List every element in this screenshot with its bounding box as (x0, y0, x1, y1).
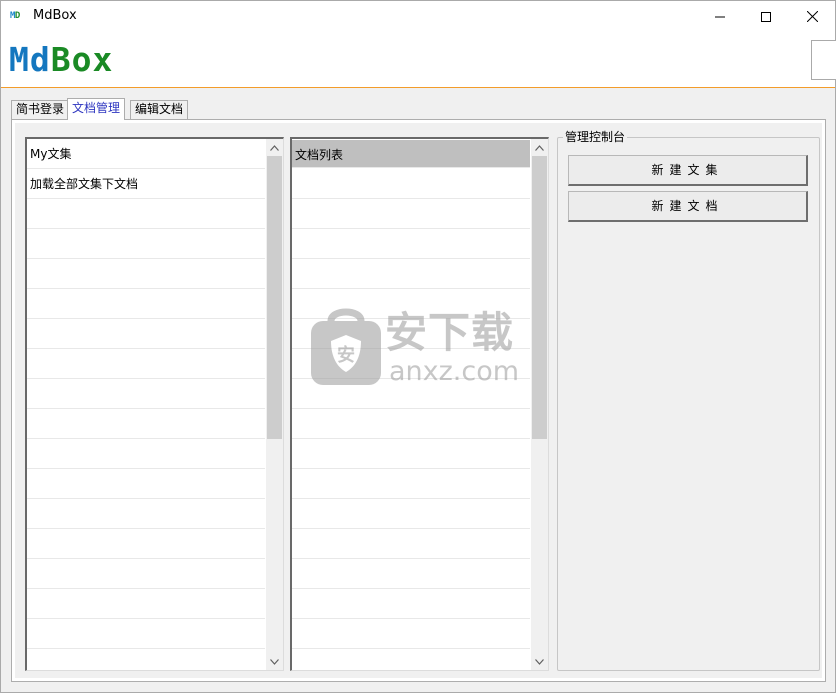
list-item-empty[interactable] (292, 229, 530, 259)
new-collection-button[interactable]: 新建文集 (568, 155, 808, 186)
tab-jianshu-login[interactable]: 简书登录 (11, 100, 70, 119)
list-item-empty[interactable] (292, 259, 530, 289)
collections-rows: My文集 加载全部文集下文档 (27, 139, 265, 670)
list-item-empty[interactable] (292, 349, 530, 379)
list-item-empty[interactable] (27, 619, 265, 649)
list-item-empty[interactable] (27, 409, 265, 439)
list-item-empty[interactable] (292, 289, 530, 319)
documents-rows: 文档列表 (292, 139, 530, 670)
list-item-empty[interactable] (27, 229, 265, 259)
list-item-empty[interactable] (292, 169, 530, 199)
list-item-empty[interactable] (27, 379, 265, 409)
list-item-empty[interactable] (292, 319, 530, 349)
list-item-empty[interactable] (27, 589, 265, 619)
collections-scrollbar[interactable] (266, 139, 283, 670)
list-item[interactable]: My文集 (27, 139, 265, 169)
list-item-empty[interactable] (27, 559, 265, 589)
documents-list[interactable]: 文档列表 (290, 137, 549, 671)
control-console-title: 管理控制台 (563, 129, 628, 145)
list-item-empty[interactable] (292, 589, 530, 619)
scroll-thumb[interactable] (267, 156, 282, 439)
list-item-empty[interactable] (27, 199, 265, 229)
list-item-empty[interactable] (292, 199, 530, 229)
minimize-icon (715, 16, 725, 17)
list-item-empty[interactable] (27, 469, 265, 499)
list-item-empty[interactable] (27, 319, 265, 349)
list-item-empty[interactable] (27, 529, 265, 559)
app-icon: MD (10, 11, 20, 21)
chevron-up-icon (270, 144, 279, 151)
app-logo: MdBox (9, 40, 114, 79)
list-item-empty[interactable] (27, 349, 265, 379)
list-item-empty[interactable] (292, 469, 530, 499)
list-item-empty[interactable] (292, 619, 530, 649)
list-item-empty[interactable] (292, 559, 530, 589)
scroll-down-button[interactable] (531, 653, 548, 670)
list-item-empty[interactable] (292, 649, 530, 670)
chevron-down-icon (535, 658, 544, 665)
title-bar[interactable]: MD MdBox (1, 1, 835, 32)
documents-list-header[interactable]: 文档列表 (292, 140, 530, 168)
maximize-button[interactable] (743, 1, 789, 32)
list-item-empty[interactable] (27, 649, 265, 670)
list-item-empty[interactable] (27, 439, 265, 469)
new-document-button[interactable]: 新建文档 (568, 191, 808, 222)
list-item-empty[interactable] (292, 439, 530, 469)
list-item-empty[interactable] (292, 529, 530, 559)
list-item-empty[interactable] (292, 499, 530, 529)
list-item[interactable]: 加载全部文集下文档 (27, 169, 265, 199)
close-icon (806, 11, 818, 22)
tab-edit-document[interactable]: 编辑文档 (130, 100, 189, 119)
list-item-empty[interactable] (292, 409, 530, 439)
header-right-box (811, 40, 836, 80)
app-header: MdBox (1, 32, 836, 88)
list-item-empty[interactable] (292, 379, 530, 409)
scroll-down-button[interactable] (266, 653, 283, 670)
maximize-icon (761, 11, 771, 22)
list-item-empty[interactable] (27, 259, 265, 289)
chevron-up-icon (535, 144, 544, 151)
app-window: MD MdBox MdBox 简书登录 文档管理 编辑文档 My文集 加载全部文… (0, 0, 836, 693)
scroll-thumb[interactable] (532, 156, 547, 439)
window-title: MdBox (33, 8, 77, 23)
close-button[interactable] (789, 1, 835, 32)
tab-document-management[interactable]: 文档管理 (67, 98, 126, 120)
collections-list[interactable]: My文集 加载全部文集下文档 (25, 137, 284, 671)
list-item-empty[interactable] (27, 289, 265, 319)
chevron-down-icon (270, 658, 279, 665)
scroll-up-button[interactable] (531, 139, 548, 156)
minimize-button[interactable] (697, 1, 743, 32)
documents-scrollbar[interactable] (531, 139, 548, 670)
scroll-up-button[interactable] (266, 139, 283, 156)
list-item-empty[interactable] (27, 499, 265, 529)
